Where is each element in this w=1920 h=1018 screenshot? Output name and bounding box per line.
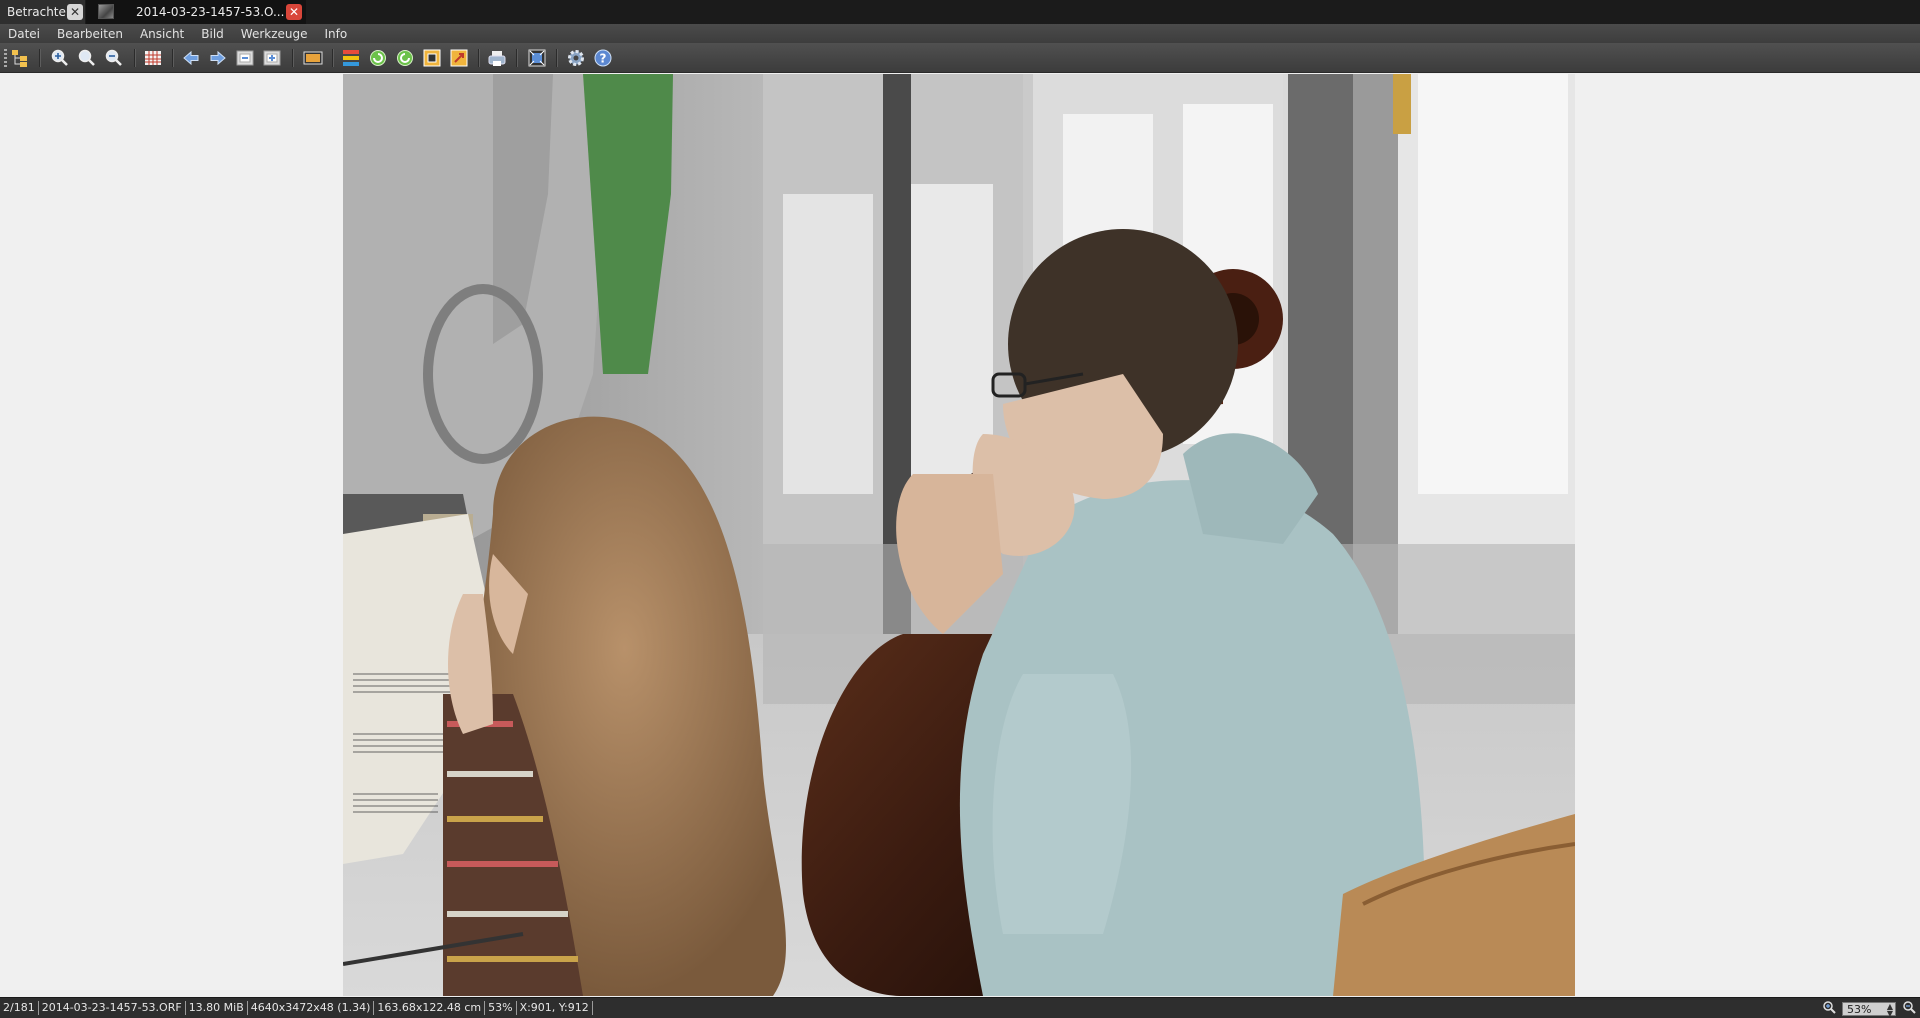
status-filename: 2014-03-23-1457-53.ORF xyxy=(39,1001,186,1015)
image-viewer-area[interactable] xyxy=(0,73,1920,997)
print-icon[interactable] xyxy=(487,48,507,68)
image-thumbnail-icon xyxy=(98,4,114,19)
status-cursor-position: X:901, Y:912 xyxy=(517,1001,593,1015)
zoom-level-value: 53% xyxy=(1847,1002,1872,1016)
status-image-index: 2/181 xyxy=(2,1001,39,1015)
toolbar-separator xyxy=(134,49,136,67)
folder-tree-icon[interactable] xyxy=(10,48,30,68)
zoom-level-stepper[interactable]: 53% ▲ ▼ xyxy=(1842,1001,1896,1017)
toolbar-separator xyxy=(332,49,334,67)
zoom-fit-icon[interactable] xyxy=(77,48,97,68)
status-dimensions: 4640x3472x48 (1.34) xyxy=(248,1001,375,1015)
settings-icon[interactable] xyxy=(566,48,586,68)
menu-ansicht[interactable]: Ansicht xyxy=(134,27,190,41)
help-icon[interactable]: ? xyxy=(593,48,613,68)
photo-icon xyxy=(343,74,1575,996)
menu-werkzeuge[interactable]: Werkzeuge xyxy=(235,27,314,41)
rotate-right-icon[interactable] xyxy=(395,48,415,68)
svg-text:?: ? xyxy=(600,52,607,66)
zoom-in-icon[interactable] xyxy=(1822,1000,1836,1017)
toolbar-separator xyxy=(39,49,41,67)
tab-viewer-label: Betrachter xyxy=(7,5,71,19)
menu-bearbeiten[interactable]: Bearbeiten xyxy=(51,27,129,41)
tab-bar: Betrachter ✕ 2014-03-23-1457-53.O... ✕ xyxy=(0,0,1920,24)
toolbar-separator xyxy=(292,49,294,67)
close-icon[interactable]: ✕ xyxy=(67,4,83,20)
zoom-in-icon[interactable] xyxy=(50,48,70,68)
toolbar-grip[interactable] xyxy=(4,49,7,67)
toolbar-separator xyxy=(172,49,174,67)
rotate-left-icon[interactable] xyxy=(368,48,388,68)
tab-image[interactable]: 2014-03-23-1457-53.O... ✕ xyxy=(86,0,306,24)
toolbar: ? xyxy=(0,43,1920,73)
tab-image-label: 2014-03-23-1457-53.O... xyxy=(136,5,285,19)
menu-bild[interactable]: Bild xyxy=(195,27,230,41)
zoom-out-icon[interactable] xyxy=(104,48,124,68)
next-icon[interactable] xyxy=(208,48,228,68)
previous-icon[interactable] xyxy=(181,48,201,68)
menu-datei[interactable]: Datei xyxy=(2,27,46,41)
status-print-size: 163.68x122.48 cm xyxy=(374,1001,486,1015)
toolbar-separator xyxy=(556,49,558,67)
menu-info[interactable]: Info xyxy=(319,27,354,41)
slideshow-icon[interactable] xyxy=(303,48,323,68)
resize-icon[interactable] xyxy=(449,48,469,68)
toolbar-separator xyxy=(478,49,480,67)
adjust-colors-icon[interactable] xyxy=(341,48,361,68)
status-zoom: 53% xyxy=(485,1001,517,1015)
status-info: 2/181 2014-03-23-1457-53.ORF 13.80 MiB 4… xyxy=(2,1001,593,1015)
spinner-arrows-icon[interactable]: ▲ ▼ xyxy=(1887,1002,1893,1017)
crop-icon[interactable] xyxy=(422,48,442,68)
tab-viewer[interactable]: Betrachter ✕ xyxy=(0,0,85,24)
zoom-out-icon[interactable] xyxy=(1902,1000,1916,1017)
status-filesize: 13.80 MiB xyxy=(186,1001,248,1015)
status-bar: 2/181 2014-03-23-1457-53.ORF 13.80 MiB 4… xyxy=(0,997,1920,1018)
thumbnail-grid-icon[interactable] xyxy=(143,48,163,68)
menu-bar: Datei Bearbeiten Ansicht Bild Werkzeuge … xyxy=(0,24,1920,43)
first-image-icon[interactable] xyxy=(235,48,255,68)
toolbar-separator xyxy=(516,49,518,67)
close-icon[interactable]: ✕ xyxy=(286,4,302,20)
zoom-controls: 53% ▲ ▼ xyxy=(1822,1000,1916,1017)
fullscreen-icon[interactable] xyxy=(527,48,547,68)
photo-canvas[interactable] xyxy=(343,74,1575,996)
last-image-icon[interactable] xyxy=(262,48,282,68)
